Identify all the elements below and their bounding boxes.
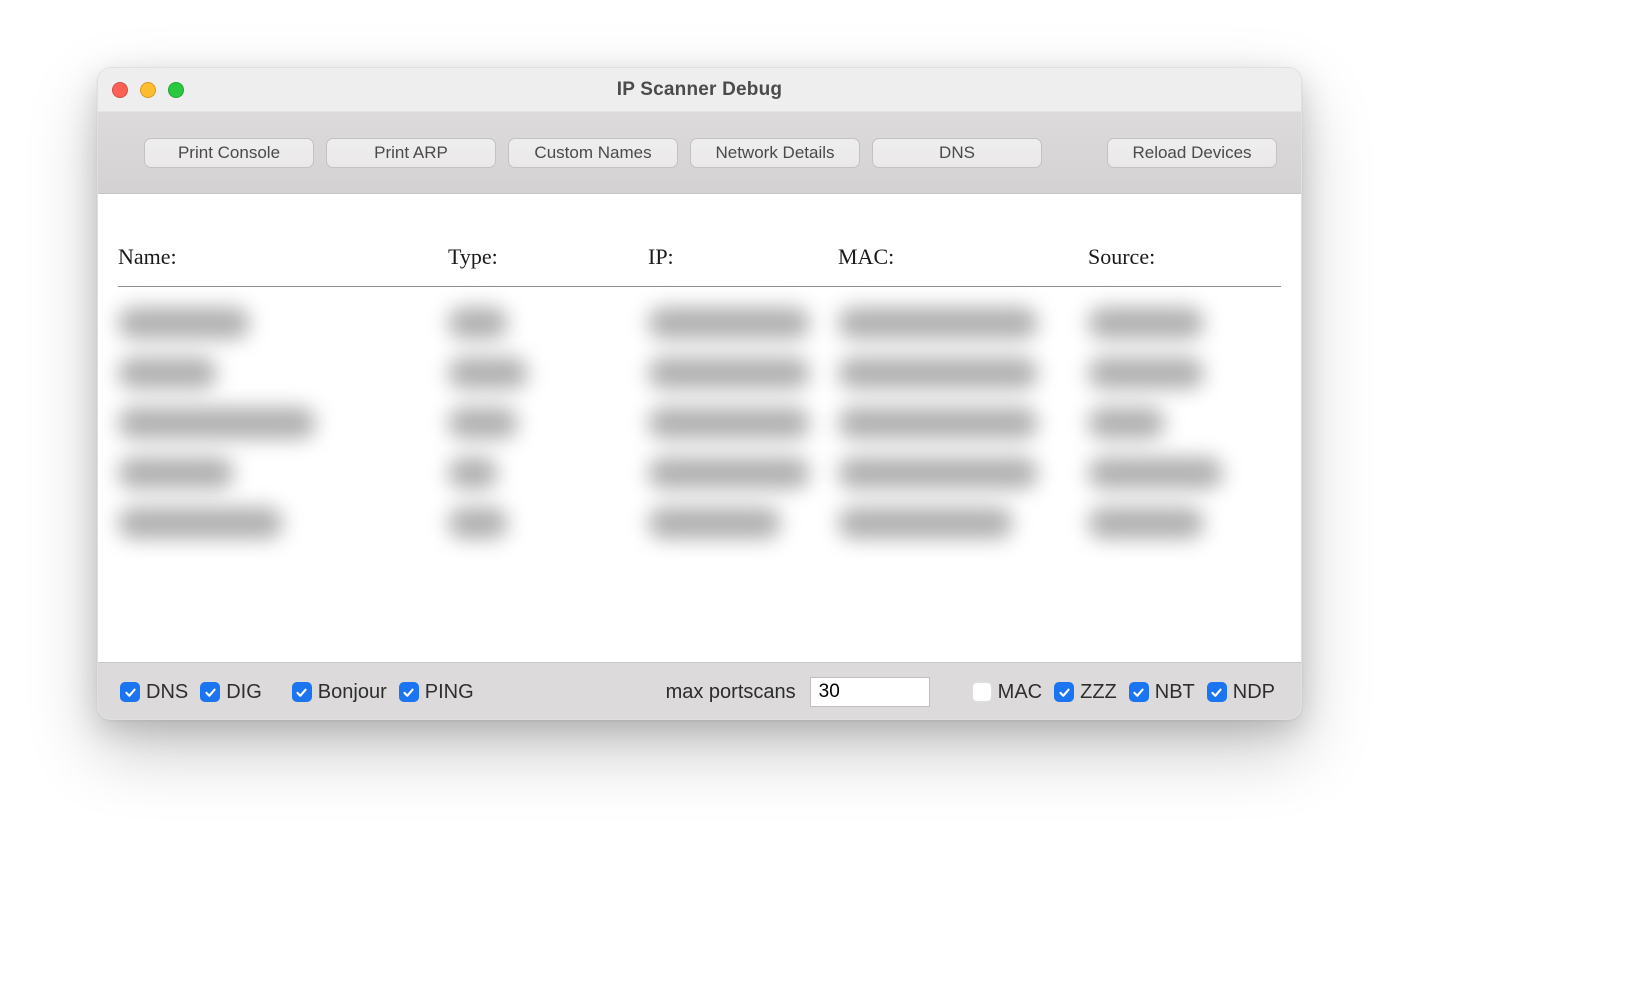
blurred-cell [838,407,1038,439]
checkbox-mac[interactable]: MAC [972,681,1042,704]
checkbox-dig[interactable]: DIG [200,681,262,704]
checkbox-label: Bonjour [318,681,387,704]
blurred-cell [838,357,1038,389]
checkbox-label: DIG [226,681,262,704]
blurred-cell [448,407,518,439]
checkbox-icon [120,682,140,702]
checkbox-icon [972,682,992,702]
checkbox-icon [1129,682,1149,702]
table-row [118,357,1281,389]
table-row [118,307,1281,339]
checkbox-label: MAC [998,681,1042,704]
table-row [118,457,1281,489]
table-row [118,407,1281,439]
custom-names-button[interactable]: Custom Names [508,138,678,168]
col-ip: IP: [648,244,838,270]
blurred-cell [448,307,508,339]
max-portscans-input[interactable] [810,677,930,707]
blurred-cell [118,507,283,539]
minimize-icon[interactable] [140,82,156,98]
network-details-button[interactable]: Network Details [690,138,860,168]
blurred-cell [648,457,810,489]
blurred-cell [648,357,810,389]
blurred-cell [1088,407,1165,439]
dns-button[interactable]: DNS [872,138,1042,168]
blurred-cell [1088,457,1223,489]
checkbox-label: PING [425,681,474,704]
reload-devices-button[interactable]: Reload Devices [1107,138,1277,168]
blurred-cell [118,357,217,389]
checkbox-icon [200,682,220,702]
zoom-icon[interactable] [168,82,184,98]
blurred-cell [118,307,250,339]
blurred-cell [1088,357,1204,389]
table-header: Name: Type: IP: MAC: Source: [118,244,1281,286]
close-icon[interactable] [112,82,128,98]
checkbox-icon [1054,682,1074,702]
col-source: Source: [1088,244,1281,270]
table-row [118,507,1281,539]
footer-bar: DNS DIG Bonjour PING max portscans MAC [98,662,1301,720]
checkbox-zzz[interactable]: ZZZ [1054,681,1117,704]
print-arp-button[interactable]: Print ARP [326,138,496,168]
checkbox-bonjour[interactable]: Bonjour [292,681,387,704]
checkbox-label: NDP [1233,681,1275,704]
header-divider [118,286,1281,287]
blurred-cell [1088,507,1204,539]
print-console-button[interactable]: Print Console [144,138,314,168]
blurred-cell [648,507,781,539]
blurred-cell [448,357,528,389]
debug-window: IP Scanner Debug Print Console Print ARP… [97,67,1302,720]
checkbox-label: DNS [146,681,188,704]
blurred-cell [648,407,810,439]
blurred-cell [118,457,234,489]
blurred-cell [838,507,1013,539]
stage: IP Scanner Debug Print Console Print ARP… [0,0,1638,988]
blurred-cell [838,457,1038,489]
table-rows-blurred [118,307,1281,539]
col-name: Name: [118,244,448,270]
checkbox-dns[interactable]: DNS [120,681,188,704]
max-portscans-label: max portscans [666,681,796,704]
blurred-cell [448,507,508,539]
checkbox-ndp[interactable]: NDP [1207,681,1275,704]
blurred-cell [838,307,1038,339]
checkbox-icon [292,682,312,702]
window-controls [112,68,184,111]
content-area: Name: Type: IP: MAC: Source: [98,194,1301,662]
checkbox-ping[interactable]: PING [399,681,474,704]
blurred-cell [118,407,316,439]
checkbox-label: NBT [1155,681,1195,704]
blurred-cell [448,457,498,489]
checkbox-icon [399,682,419,702]
col-type: Type: [448,244,648,270]
toolbar: Print Console Print ARP Custom Names Net… [98,112,1301,194]
blurred-cell [648,307,810,339]
blurred-cell [1088,307,1204,339]
col-mac: MAC: [838,244,1088,270]
window-title: IP Scanner Debug [617,79,782,101]
checkbox-nbt[interactable]: NBT [1129,681,1195,704]
checkbox-icon [1207,682,1227,702]
checkbox-label: ZZZ [1080,681,1117,704]
titlebar: IP Scanner Debug [98,68,1301,112]
